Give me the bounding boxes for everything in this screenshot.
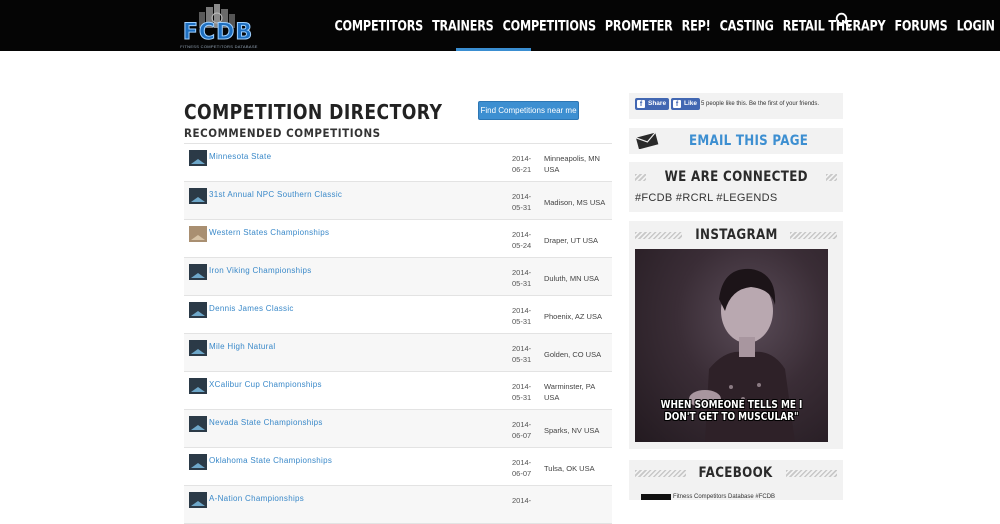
facebook-share-button[interactable]: f Share <box>635 98 670 110</box>
competition-date: 2014- 06-07 <box>512 420 532 440</box>
find-competitions-button[interactable]: Find Competitions near me <box>478 101 579 120</box>
competition-name-link[interactable]: Oklahoma State Championships <box>209 456 332 465</box>
competition-date: 2014- 05-31 <box>512 382 532 402</box>
hashtags: #FCDB #RCRL #LEGENDS <box>635 192 778 204</box>
facebook-page-thumbnail[interactable] <box>641 494 671 500</box>
widget-header: WE ARE CONNECTED <box>635 169 838 185</box>
envelope-icon <box>635 132 659 149</box>
nav-trainers[interactable]: TRAINERS <box>428 17 498 34</box>
stripe-decoration <box>785 469 837 477</box>
competition-name-link[interactable]: A-Nation Championships <box>209 494 304 503</box>
section-title: RECOMMENDED COMPETITIONS <box>184 126 381 140</box>
competition-location: Phoenix, AZ USA <box>544 312 602 321</box>
competition-date: 2014- 05-31 <box>512 192 532 212</box>
page-title: COMPETITION DIRECTORY <box>184 100 443 124</box>
competition-date: 2014- 05-31 <box>512 344 532 364</box>
nav-competitors[interactable]: COMPETITORS <box>330 17 428 34</box>
competition-thumbnail[interactable] <box>189 454 207 470</box>
instagram-image[interactable]: WHEN SOMEONE TELLS ME I DON'T GET TO MUS… <box>635 249 828 442</box>
search-icon[interactable] <box>835 12 851 28</box>
instagram-widget: INSTAGRAM WHEN SOMEONE TELLS ME I DON'T … <box>629 221 843 449</box>
competition-thumbnail[interactable] <box>189 416 207 432</box>
nav-forums[interactable]: FORUMS <box>890 17 952 34</box>
competition-date: 2014- 05-31 <box>512 306 532 326</box>
competition-date: 2014- 05-31 <box>512 268 532 288</box>
connected-widget: WE ARE CONNECTED #FCDB #RCRL #LEGENDS <box>629 162 843 212</box>
competition-name-link[interactable]: XCalibur Cup Championships <box>209 380 322 389</box>
list-item[interactable]: Western States Championships 2014- 05-24 … <box>184 220 612 258</box>
stripe-decoration <box>635 231 682 239</box>
list-item[interactable]: Oklahoma State Championships 2014- 06-07 … <box>184 448 612 486</box>
stripe-decoration <box>635 469 687 477</box>
list-item[interactable]: Nevada State Championships 2014- 06-07 Sp… <box>184 410 612 448</box>
competition-thumbnail[interactable] <box>189 340 207 356</box>
competition-name-link[interactable]: Minnesota State <box>209 152 271 161</box>
stripe-decoration <box>826 173 838 181</box>
logo-subtitle: FITNESS COMPETITORS DATABASE <box>180 44 258 49</box>
competition-date: 2014- 05-24 <box>512 230 532 250</box>
stripe-decoration <box>635 173 646 181</box>
competition-location: Madison, MS USA <box>544 198 606 207</box>
competition-location: Golden, CO USA <box>544 350 602 359</box>
competition-thumbnail[interactable] <box>189 302 207 318</box>
list-item[interactable]: 31st Annual NPC Southern Classic 2014- 05… <box>184 182 612 220</box>
list-item[interactable]: Iron Viking Championships 2014- 05-31 Dul… <box>184 258 612 296</box>
competition-thumbnail[interactable] <box>189 378 207 394</box>
competition-thumbnail[interactable] <box>189 150 207 166</box>
competition-location: Duluth, MN USA <box>544 274 600 283</box>
competition-name-link[interactable]: Iron Viking Championships <box>209 266 312 275</box>
connected-title: WE ARE CONNECTED <box>664 169 808 185</box>
facebook-like-button[interactable]: f Like <box>671 98 701 110</box>
nav-prometer[interactable]: PROMETER <box>600 17 677 34</box>
competition-thumbnail[interactable] <box>189 264 207 280</box>
list-item[interactable]: XCalibur Cup Championships 2014- 05-31 Wa… <box>184 372 612 410</box>
list-item[interactable]: Minnesota State 2014- 06-21 Minneapolis, … <box>184 144 612 182</box>
main-nav: COMPETITORS TRAINERS COMPETITIONS PROMET… <box>330 0 999 51</box>
competition-name-link[interactable]: Mile High Natural <box>209 342 275 351</box>
list-item[interactable]: A-Nation Championships 2014- <box>184 486 612 524</box>
competition-date: 2014- 06-21 <box>512 154 532 174</box>
nav-casting[interactable]: CASTING <box>715 17 778 34</box>
competition-name-link[interactable]: Dennis James Classic <box>209 304 294 313</box>
facebook-page-name[interactable]: Fitness Competitors Database #FCDB <box>673 494 775 500</box>
competition-date: 2014- 06-07 <box>512 458 532 478</box>
facebook-icon: f <box>637 100 645 108</box>
nav-rep[interactable]: REP! <box>677 17 715 34</box>
instagram-title: INSTAGRAM <box>694 227 778 243</box>
competition-location: Warminster, PA USA <box>544 382 595 402</box>
instagram-caption: WHEN SOMEONE TELLS ME I DON'T GET TO MUS… <box>660 399 803 423</box>
competition-name-link[interactable]: Western States Championships <box>209 228 329 237</box>
facebook-title: FACEBOOK <box>698 465 774 481</box>
logo-text: FCDB <box>182 20 254 45</box>
competition-location: Draper, UT USA <box>544 236 599 245</box>
nav-login[interactable]: LOGIN <box>952 17 999 34</box>
competition-location: Minneapolis, MN USA <box>544 154 600 174</box>
list-item[interactable]: Mile High Natural 2014- 05-31 Golden, CO … <box>184 334 612 372</box>
likes-count-text: 5 people like this. Be the first of your… <box>701 101 820 107</box>
social-share-bar: f Share f Like 5 people like this. Be the … <box>629 93 843 119</box>
email-this-page-widget[interactable]: EMAIL THIS PAGE <box>629 128 843 154</box>
competition-thumbnail[interactable] <box>189 226 207 242</box>
widget-header: INSTAGRAM <box>635 227 838 243</box>
competition-name-link[interactable]: Nevada State Championships <box>209 418 323 427</box>
nav-competitions[interactable]: COMPETITIONS <box>498 17 600 34</box>
stripe-decoration <box>790 231 838 239</box>
top-navigation-bar: FCDB FITNESS COMPETITORS DATABASE COMPET… <box>0 0 1000 51</box>
competition-thumbnail[interactable] <box>189 492 207 508</box>
active-nav-indicator <box>456 48 531 51</box>
list-item[interactable]: Dennis James Classic 2014- 05-31 Phoenix,… <box>184 296 612 334</box>
competition-list: Minnesota State 2014- 06-21 Minneapolis, … <box>184 143 612 524</box>
fcdb-logo[interactable]: FCDB FITNESS COMPETITORS DATABASE <box>175 4 261 49</box>
competition-location: Tulsa, OK USA <box>544 464 595 473</box>
facebook-icon: f <box>673 100 681 108</box>
competition-name-link[interactable]: 31st Annual NPC Southern Classic <box>209 190 342 199</box>
facebook-widget: FACEBOOK Fitness Competitors Database #F… <box>629 460 843 500</box>
widget-header: FACEBOOK <box>635 465 837 481</box>
competition-thumbnail[interactable] <box>189 188 207 204</box>
competition-location: Sparks, NV USA <box>544 426 600 435</box>
competition-date: 2014- <box>512 496 532 505</box>
email-this-page-link[interactable]: EMAIL THIS PAGE <box>689 133 808 149</box>
